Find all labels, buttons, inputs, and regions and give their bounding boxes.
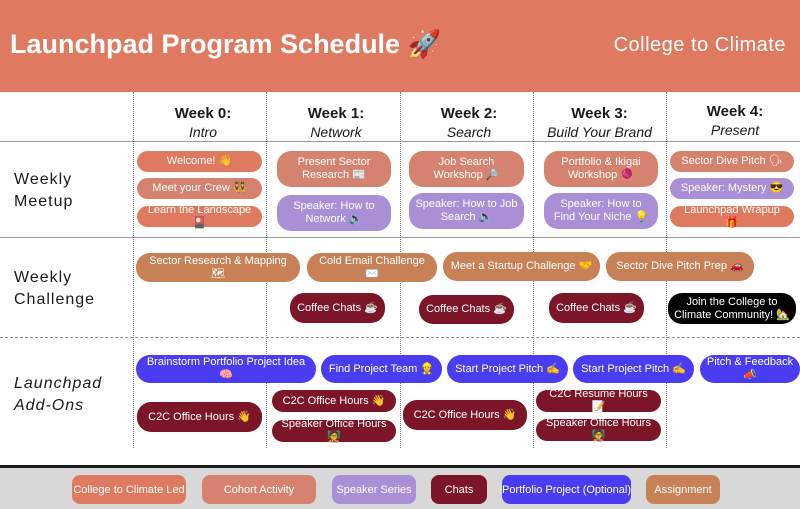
addon-c2c-resume-hours[interactable]: C2C Resume Hours 📝 <box>536 388 661 413</box>
addon-c2c-office-hours[interactable]: C2C Office Hours 👋 <box>272 390 396 412</box>
page-subtitle: College to Climate <box>613 34 786 56</box>
addon-start-pitch[interactable]: Start Project Pitch ✍ <box>573 355 694 383</box>
week-subtitle: Network <box>310 124 362 140</box>
row-label-addons: Launchpad Add-Ons <box>14 375 103 414</box>
challenge-sector-research[interactable]: Sector Research & Mapping 🗺 <box>136 253 300 282</box>
addon-c2c-office-hours[interactable]: C2C Office Hours 👋 <box>403 400 527 430</box>
addon-find-team[interactable]: Find Project Team 👷 <box>321 355 442 383</box>
header-banner: Launchpad Program Schedule 🚀 College to … <box>0 0 800 92</box>
meetup-portfolio-ikigai[interactable]: Portfolio & Ikigai Workshop 🧶 <box>544 151 658 187</box>
meetup-speaker-job[interactable]: Speaker: How to Job Search 🔈 <box>409 193 524 229</box>
meetup-wrapup[interactable]: Launchpad Wrapup 🎁 <box>670 204 794 229</box>
week-subtitle: Present <box>710 122 760 138</box>
week-label: Week 4: <box>706 103 764 120</box>
week-label: Week 1: <box>307 105 365 122</box>
week-0-header: Week 0: Intro <box>138 104 268 142</box>
legend-cohort-activity: Cohort Activity <box>202 475 316 504</box>
addon-c2c-office-hours[interactable]: C2C Office Hours 👋 <box>137 402 262 432</box>
meetup-welcome[interactable]: Welcome! 👋 <box>137 151 262 172</box>
addon-speaker-office-hours[interactable]: Speaker Office Hours 🧑‍🏫 <box>536 417 661 442</box>
addon-brainstorm[interactable]: Brainstorm Portfolio Project Idea 🧠 <box>136 355 316 383</box>
week-1-header: Week 1: Network <box>271 104 401 142</box>
week-subtitle: Build Your Brand <box>547 124 652 140</box>
challenge-coffee-chats[interactable]: Coffee Chats ☕ <box>549 293 644 323</box>
addon-pitch-feedback[interactable]: Pitch & Feedback 📣 <box>700 355 800 383</box>
challenge-meet-startup[interactable]: Meet a Startup Challenge 🤝 <box>443 252 600 281</box>
addon-speaker-office-hours[interactable]: Speaker Office Hours 🧑‍🏫 <box>272 418 396 443</box>
page-title: Launchpad Program Schedule 🚀 <box>10 29 442 59</box>
challenge-join-community[interactable]: Join the College to Climate Community! 🏡 <box>668 293 796 324</box>
meetup-speaker-niche[interactable]: Speaker: How to Find Your Niche 💡 <box>544 193 658 229</box>
week-label: Week 3: <box>571 105 628 122</box>
column-divider <box>133 92 134 448</box>
legend-assignment: Assignment <box>646 475 720 504</box>
meetup-speaker-mystery[interactable]: Speaker: Mystery 😎 <box>670 178 794 199</box>
legend-c2c-led: College to Climate Led <box>72 475 186 504</box>
challenge-sector-dive-prep[interactable]: Sector Dive Pitch Prep 🚗 <box>606 252 754 281</box>
meetup-meet-crew[interactable]: Meet your Crew 👯 <box>137 178 262 199</box>
week-subtitle: Intro <box>188 124 217 140</box>
legend-portfolio-project: Portfolio Project (Optional) <box>502 475 631 504</box>
meetup-present-research[interactable]: Present Sector Research 📰 <box>277 151 391 187</box>
week-label: Week 2: <box>440 105 498 122</box>
row-label-meetup: Weekly Meetup <box>14 171 74 210</box>
row-label-challenge: Weekly Challenge <box>14 269 96 308</box>
meetup-speaker-network[interactable]: Speaker: How to Network 🔈 <box>277 195 391 231</box>
legend-chats: Chats <box>431 475 487 504</box>
legend-bar: College to Climate Led Cohort Activity S… <box>0 465 800 509</box>
challenge-coffee-chats[interactable]: Coffee Chats ☕ <box>290 293 385 323</box>
challenge-coffee-chats[interactable]: Coffee Chats ☕ <box>419 295 514 324</box>
meetup-job-search[interactable]: Job Search Workshop 🔎 <box>409 151 524 187</box>
meetup-sector-dive[interactable]: Sector Dive Pitch 🗣 <box>670 151 794 172</box>
meetup-landscape[interactable]: Learn the Landscape 🎴 <box>137 204 262 229</box>
week-4-header: Week 4: Present <box>670 102 800 140</box>
legend-speaker-series: Speaker Series <box>332 475 416 504</box>
week-2-header: Week 2: Search <box>404 104 534 142</box>
addon-start-pitch[interactable]: Start Project Pitch ✍ <box>447 355 568 383</box>
week-subtitle: Search <box>446 124 492 140</box>
challenge-cold-email[interactable]: Cold Email Challenge ✉️ <box>307 253 437 282</box>
week-3-header: Week 3: Build Your Brand <box>533 104 666 142</box>
week-label: Week 0: <box>174 105 232 122</box>
